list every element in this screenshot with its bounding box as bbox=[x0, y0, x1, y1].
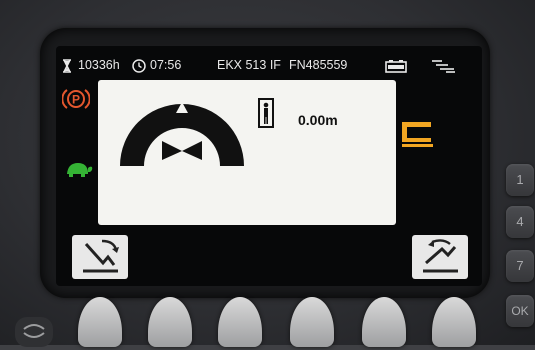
operator-platform-icon bbox=[258, 98, 274, 133]
status-panel: 0.00m bbox=[98, 80, 396, 225]
parking-brake-icon: P bbox=[61, 87, 91, 116]
serial-number: FN485559 bbox=[289, 58, 348, 72]
key-ok[interactable]: OK bbox=[506, 295, 534, 327]
svg-text:P: P bbox=[72, 93, 80, 107]
tilt-up-icon bbox=[423, 239, 458, 273]
turtle-icon bbox=[64, 161, 94, 183]
status-bar: 10336h 07:56 EKX 513 IF FN485559 bbox=[62, 55, 482, 75]
fork-level-icon bbox=[400, 120, 434, 153]
key-1[interactable]: 1 bbox=[506, 164, 534, 196]
rotate-arrows-icon bbox=[23, 324, 45, 338]
stacked-lines-icon[interactable] bbox=[430, 55, 456, 75]
battery-icon bbox=[385, 55, 407, 75]
tilt-down-icon bbox=[83, 239, 119, 273]
tilt-down-button[interactable] bbox=[72, 235, 128, 279]
lift-height-value: 0.00m bbox=[298, 112, 338, 128]
truck-model: EKX 513 IF bbox=[217, 58, 281, 72]
clock-icon bbox=[132, 55, 146, 75]
rotate-button[interactable] bbox=[15, 317, 53, 347]
operating-hours: 10336h bbox=[78, 58, 120, 72]
clock-time: 07:56 bbox=[150, 58, 182, 72]
hourglass-icon bbox=[62, 55, 72, 75]
tilt-up-button[interactable] bbox=[412, 235, 468, 279]
key-7[interactable]: 7 bbox=[506, 250, 534, 282]
key-4[interactable]: 4 bbox=[506, 206, 534, 238]
steering-angle-icon bbox=[118, 96, 246, 173]
